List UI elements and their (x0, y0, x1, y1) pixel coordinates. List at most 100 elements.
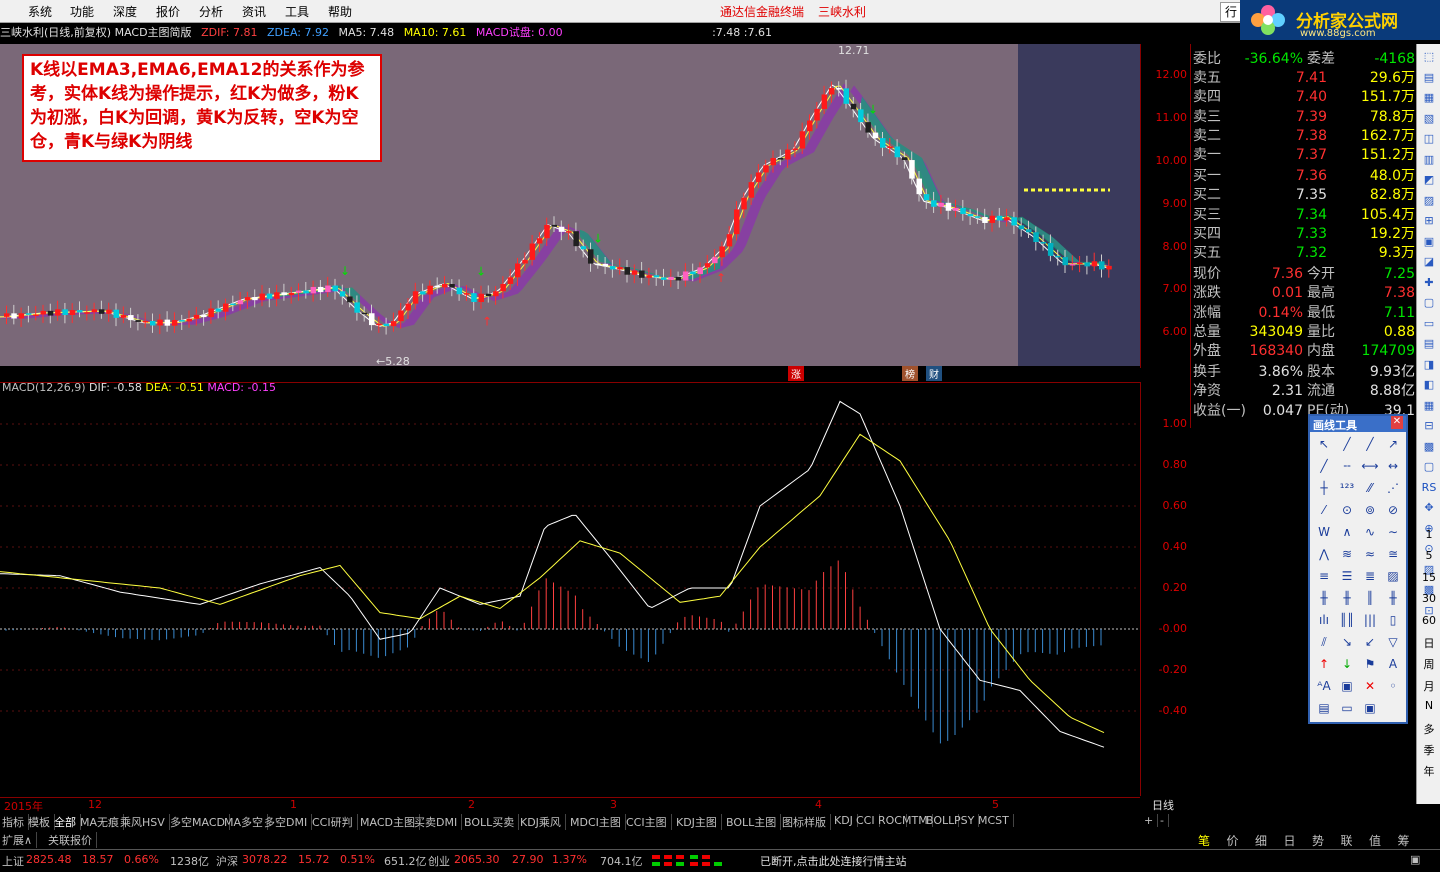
expand-tab[interactable]: 扩展∧ (2, 832, 38, 848)
draw-tool-icon[interactable]: ↔ (1383, 457, 1403, 476)
toolbar-icon[interactable]: RS (1417, 481, 1440, 494)
ranking-marker[interactable]: 榜 (902, 366, 918, 381)
draw-tool-icon[interactable]: ≣ (1360, 567, 1380, 586)
draw-tool-icon[interactable]: ↖ (1314, 435, 1334, 454)
period-button[interactable]: 5 (1417, 549, 1440, 562)
draw-tool-icon[interactable]: ▨ (1383, 567, 1403, 586)
finance-marker[interactable]: 财 (926, 366, 942, 381)
palette-title[interactable]: 画线工具 ✕ (1310, 416, 1406, 432)
draw-tool-icon[interactable]: ╱ (1314, 457, 1334, 476)
draw-tool-icon[interactable]: ↑ (1314, 655, 1334, 674)
draw-tool-icon[interactable]: ↓ (1337, 655, 1357, 674)
draw-tool-icon[interactable]: ✕ (1360, 677, 1380, 696)
toolbar-icon[interactable]: ▢ (1417, 460, 1440, 473)
draw-tool-icon[interactable]: ▣ (1360, 699, 1380, 718)
menu-analysis[interactable]: 分析 (199, 3, 223, 20)
draw-tool-icon[interactable]: ⟷ (1360, 457, 1380, 476)
toolbar-icon[interactable]: ▥ (1417, 153, 1440, 166)
draw-tool-icon[interactable]: ⚑ (1360, 655, 1380, 674)
draw-tool-icon[interactable]: ╱ (1360, 435, 1380, 454)
draw-tool-icon[interactable]: ↗ (1383, 435, 1403, 454)
menu-depth[interactable]: 深度 (113, 3, 137, 20)
draw-tool-icon[interactable]: ⋰ (1383, 479, 1403, 498)
menu-quote[interactable]: 报价 (156, 3, 180, 20)
toolbar-icon[interactable]: ▣ (1417, 235, 1440, 248)
draw-tool-icon[interactable]: ╫ (1314, 589, 1334, 608)
draw-tool-icon[interactable]: ↘ (1337, 633, 1357, 652)
draw-tool-icon[interactable]: ╫ (1337, 589, 1357, 608)
period-button[interactable]: 1 (1417, 528, 1440, 541)
draw-tool-icon[interactable]: ▯ (1383, 611, 1403, 630)
draw-tool-icon[interactable]: ⁄ (1314, 501, 1334, 520)
toolbar-icon[interactable]: ◩ (1417, 173, 1440, 186)
draw-tool-icon[interactable]: ╫ (1383, 589, 1403, 608)
quote-tab[interactable]: 行 (1220, 2, 1242, 22)
period-button[interactable]: 日 (1417, 635, 1440, 651)
toolbar-icon[interactable]: ▩ (1417, 440, 1440, 453)
indicator-tab[interactable]: 指标 (2, 814, 29, 830)
quote-subtab[interactable]: 值 (1369, 832, 1381, 849)
menu-function[interactable]: 功能 (70, 3, 94, 20)
toolbar-icon[interactable]: ▦ (1417, 91, 1440, 104)
indicator-tab[interactable]: MDCI主图 (570, 814, 626, 830)
toolbar-icon[interactable]: ✚ (1417, 276, 1440, 289)
draw-tool-icon[interactable]: ╌ (1337, 457, 1357, 476)
quote-subtab[interactable]: 细 (1255, 832, 1267, 849)
draw-tool-icon[interactable]: ▽ (1383, 633, 1403, 652)
indicator-tab[interactable]: 多空MACD (170, 814, 230, 830)
draw-tool-icon[interactable]: ╱ (1337, 435, 1357, 454)
draw-tool-icon[interactable]: ⋀ (1314, 545, 1334, 564)
drawing-tool-palette[interactable]: 画线工具 ✕ ↖ ╱ ╱ ↗ ╱ ╌ ⟷ ↔ ┼ ¹²³ ⁄⁄ ⋰ ⁄ ⊙ ⊚ ⊘ W ∧ ∿ ∼ ⋀ ≋ ≈ ≅ ≡ ☰ ≣ ▨ ╫ ╫… (1308, 414, 1408, 724)
indicator-tab[interactable]: PSY (954, 814, 980, 827)
period-button[interactable]: 30 (1417, 592, 1440, 605)
period-button[interactable]: 15 (1417, 571, 1440, 584)
indicator-tab[interactable]: KDJ乘风 (520, 814, 566, 830)
quote-subtab[interactable]: 笔 (1198, 832, 1210, 849)
draw-tool-icon[interactable]: ≅ (1383, 545, 1403, 564)
toolbar-icon[interactable]: ◪ (1417, 255, 1440, 268)
toolbar-icon[interactable]: ▦ (1417, 399, 1440, 412)
macd-panel[interactable] (0, 382, 1140, 797)
toolbar-icon[interactable]: ◧ (1417, 378, 1440, 391)
draw-tool-icon[interactable]: ∧ (1337, 523, 1357, 542)
indicator-tab[interactable]: BOLL买卖 (464, 814, 520, 830)
quote-subtab[interactable]: 日 (1284, 832, 1296, 849)
draw-tool-icon[interactable]: A (1383, 655, 1403, 674)
indicator-tab[interactable]: MACD主图 (360, 814, 420, 830)
draw-tool-icon[interactable]: ≈ (1360, 545, 1380, 564)
draw-tool-icon[interactable]: ≡ (1314, 567, 1334, 586)
period-button[interactable]: 月 (1417, 678, 1440, 694)
indicator-tab[interactable]: MCST (978, 814, 1014, 827)
draw-tool-icon[interactable]: ┼ (1314, 479, 1334, 498)
draw-tool-icon[interactable]: ⊘ (1383, 501, 1403, 520)
draw-tool-icon[interactable]: ▣ (1337, 677, 1357, 696)
draw-tool-icon[interactable]: W (1314, 523, 1334, 542)
indicator-tab[interactable]: 多空DMI (264, 814, 313, 830)
draw-tool-icon[interactable]: ∿ (1360, 523, 1380, 542)
toolbar-icon[interactable]: ▨ (1417, 194, 1440, 207)
draw-tool-icon[interactable]: ◦ (1383, 677, 1403, 696)
toolbar-icon[interactable]: ⬚ (1417, 50, 1440, 63)
indicator-tab[interactable]: MA无痕 (80, 814, 125, 830)
toolbar-icon[interactable]: ▭ (1417, 317, 1440, 330)
indicator-tab[interactable]: 买卖DMI (414, 814, 463, 830)
period-button[interactable]: 周 (1417, 656, 1440, 672)
indicator-tab[interactable]: MA多空 (224, 814, 269, 830)
toolbar-icon[interactable]: ✥ (1417, 501, 1440, 514)
quote-subtab[interactable]: 势 (1312, 832, 1324, 849)
toolbar-icon[interactable]: ⊟ (1417, 419, 1440, 432)
toolbar-icon[interactable]: ▤ (1417, 337, 1440, 350)
toolbar-icon[interactable]: ▢ (1417, 296, 1440, 309)
toolbar-icon[interactable]: ⊞ (1417, 214, 1440, 227)
period-button[interactable]: 季 (1417, 742, 1440, 758)
toolbar-icon[interactable]: ▤ (1417, 71, 1440, 84)
period-button[interactable]: 年 (1417, 763, 1440, 779)
related-quote-tab[interactable]: 关联报价 (48, 832, 97, 848)
indicator-tab[interactable]: KDJ (834, 814, 858, 827)
quote-subtab[interactable]: 筹 (1398, 832, 1410, 849)
toolbar-icon[interactable]: ◨ (1417, 358, 1440, 371)
draw-tool-icon[interactable]: ▭ (1337, 699, 1357, 718)
draw-tool-icon[interactable]: ılı (1314, 611, 1334, 630)
quote-subtab[interactable]: 价 (1227, 832, 1239, 849)
indicator-tab[interactable]: 图标样版 (782, 814, 831, 830)
